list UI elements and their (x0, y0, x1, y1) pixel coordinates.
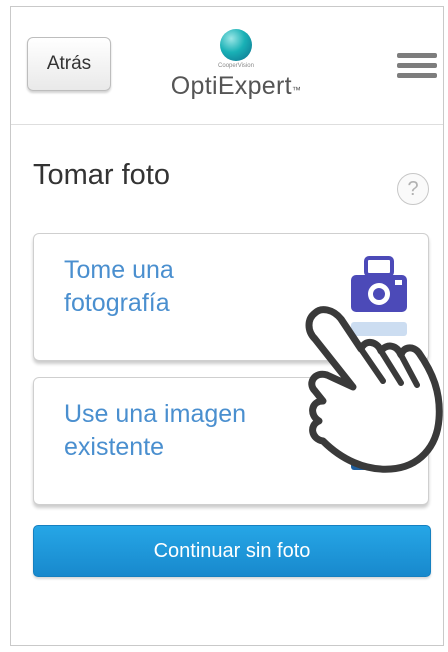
take-photo-label: Tome una fotografía (64, 256, 174, 317)
logo-subtext: CooperVision (218, 63, 254, 69)
logo-text: OptiExpert (170, 72, 292, 100)
back-button[interactable]: Atrás (27, 37, 111, 91)
logo-trademark: ™ (291, 85, 302, 95)
help-icon[interactable]: ? (397, 173, 429, 205)
logo-wordmark: OptiExpert™ (151, 71, 321, 101)
hamburger-menu-icon[interactable] (397, 53, 437, 79)
coopervision-globe-icon (220, 29, 252, 61)
continue-without-photo-button[interactable]: Continuar sin foto (33, 525, 431, 577)
use-existing-image-label: Use una imagen existente (64, 400, 247, 461)
header: Atrás CooperVision OptiExpert™ (11, 7, 443, 125)
pointing-hand-icon (305, 306, 443, 473)
optiexpert-logo: CooperVision OptiExpert™ (151, 29, 321, 119)
page-title: Tomar foto (33, 159, 170, 191)
app-frame: Atrás CooperVision OptiExpert™ Tomar fot… (10, 6, 444, 646)
